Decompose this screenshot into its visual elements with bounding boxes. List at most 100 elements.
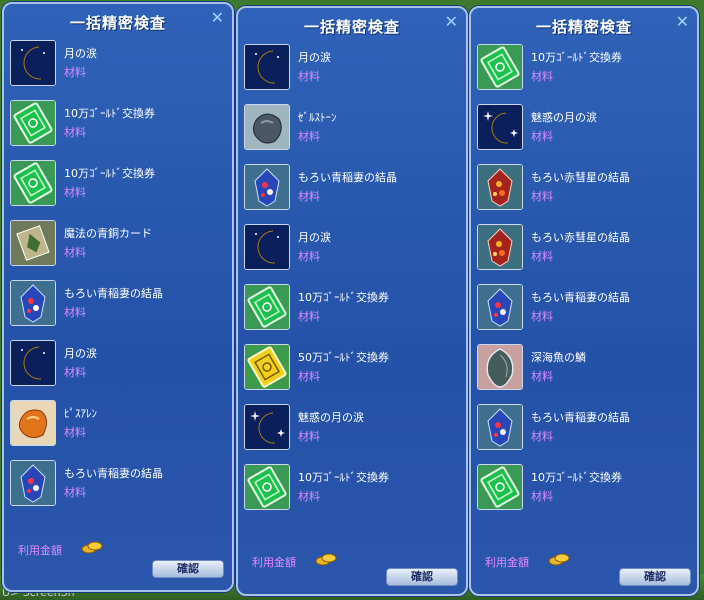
list-item[interactable]: もろい青稲妻の結晶 材料 [477,402,691,462]
item-type: 材料 [531,70,553,83]
usage-fee-label: 利用金額 [18,544,62,557]
list-item[interactable]: 10万ｺﾞｰﾙﾄﾞ交換券 材料 [477,462,691,522]
item-name: ｾﾞﾙｽﾄｰﾝ [298,111,337,124]
item-list: 月の涙 材料 10万ｺﾞｰﾙﾄﾞ交換券 材料 10万ｺﾞｰﾙﾄﾞ交換券 材料 魔… [10,38,226,518]
charm-moon-tear-icon [477,104,523,150]
item-type: 材料 [298,130,320,143]
item-name: 魔法の青銅カード [64,227,152,240]
item-type: 材料 [531,190,553,203]
item-type: 材料 [64,126,86,139]
item-type: 材料 [64,66,86,79]
gold-voucher-green-icon [10,100,56,146]
inspection-panel-1: 一括精密検査 ✕ 月の涙 材料 10万ｺﾞｰﾙﾄﾞ交換券 材料 10万ｺﾞｰﾙﾄﾞ… [2,2,234,592]
close-icon[interactable]: ✕ [211,8,224,27]
list-item[interactable]: ｾﾞﾙｽﾄｰﾝ 材料 [244,102,460,162]
panel-title: 一括精密検査 [303,18,400,36]
gold-voucher-green-icon [10,160,56,206]
item-name: 10万ｺﾞｰﾙﾄﾞ交換券 [64,107,155,120]
gold-coin-icon [547,551,571,571]
red-crystal-icon [477,224,523,270]
gold-voucher-green-icon [477,464,523,510]
item-type: 材料 [64,486,86,499]
list-item[interactable]: 月の涙 材料 [10,338,226,398]
item-name: 魅惑の月の涙 [531,111,597,124]
item-type: 材料 [298,310,320,323]
list-item[interactable]: もろい青稲妻の結晶 材料 [477,282,691,342]
list-item[interactable]: 魅惑の月の涙 材料 [244,402,460,462]
item-name: 10万ｺﾞｰﾙﾄﾞ交換券 [531,51,622,64]
item-name: ﾋﾟｽｱﾚﾝ [64,407,97,420]
blue-crystal-icon [10,460,56,506]
item-type: 材料 [64,426,86,439]
item-name: もろい青稲妻の結晶 [298,171,397,184]
item-type: 材料 [64,186,86,199]
moon-tear-icon [244,44,290,90]
item-list: 月の涙 材料 ｾﾞﾙｽﾄｰﾝ 材料 もろい青稲妻の結晶 材料 月の涙 材料 10… [244,42,460,522]
moon-tear-icon [10,340,56,386]
list-item[interactable]: 10万ｺﾞｰﾙﾄﾞ交換券 材料 [244,282,460,342]
item-name: 10万ｺﾞｰﾙﾄﾞ交換券 [298,291,389,304]
item-name: 月の涙 [64,47,97,60]
charm-moon-tear-icon [244,404,290,450]
gold-voucher-green-icon [244,284,290,330]
list-item[interactable]: もろい青稲妻の結晶 材料 [10,458,226,518]
bronze-card-icon [10,220,56,266]
item-type: 材料 [298,70,320,83]
panel-title: 一括精密検査 [535,18,632,36]
item-name: 10万ｺﾞｰﾙﾄﾞ交換券 [298,471,389,484]
blue-crystal-icon [10,280,56,326]
list-item[interactable]: 50万ｺﾞｰﾙﾄﾞ交換券 材料 [244,342,460,402]
item-type: 材料 [531,370,553,383]
item-name: 魅惑の月の涙 [298,411,364,424]
list-item[interactable]: ﾋﾟｽｱﾚﾝ 材料 [10,398,226,458]
list-item[interactable]: 深海魚の鱗 材料 [477,342,691,402]
gold-coin-icon [314,551,338,571]
item-type: 材料 [64,246,86,259]
list-item[interactable]: 10万ｺﾞｰﾙﾄﾞ交換券 材料 [244,462,460,522]
list-item[interactable]: 月の涙 材料 [10,38,226,98]
item-type: 材料 [531,490,553,503]
gold-voucher-yellow-icon [244,344,290,390]
list-item[interactable]: 10万ｺﾞｰﾙﾄﾞ交換券 材料 [10,158,226,218]
orange-ore-icon [10,400,56,446]
item-type: 材料 [64,366,86,379]
gold-voucher-green-icon [477,44,523,90]
confirm-button[interactable]: 確認 [386,568,458,586]
inspection-panel-3: 一括精密検査 ✕ 10万ｺﾞｰﾙﾄﾞ交換券 材料 魅惑の月の涙 材料 もろい赤彗星… [469,6,699,596]
gold-voucher-green-icon [244,464,290,510]
gold-coin-icon [80,539,104,559]
list-item[interactable]: 月の涙 材料 [244,222,460,282]
list-item[interactable]: 魅惑の月の涙 材料 [477,102,691,162]
list-item[interactable]: 月の涙 材料 [244,42,460,102]
item-name: もろい青稲妻の結晶 [531,291,630,304]
close-icon[interactable]: ✕ [676,12,689,31]
blue-crystal-icon [477,284,523,330]
usage-fee-label: 利用金額 [252,556,296,569]
item-name: もろい青稲妻の結晶 [64,287,163,300]
item-name: 月の涙 [64,347,97,360]
zel-stone-icon [244,104,290,150]
blue-crystal-icon [477,404,523,450]
list-item[interactable]: もろい赤彗星の結晶 材料 [477,222,691,282]
item-type: 材料 [298,370,320,383]
list-item[interactable]: 魔法の青銅カード 材料 [10,218,226,278]
item-name: もろい赤彗星の結晶 [531,171,630,184]
list-item[interactable]: もろい赤彗星の結晶 材料 [477,162,691,222]
close-icon[interactable]: ✕ [445,12,458,31]
list-item[interactable]: 10万ｺﾞｰﾙﾄﾞ交換券 材料 [10,98,226,158]
list-item[interactable]: 10万ｺﾞｰﾙﾄﾞ交換券 材料 [477,42,691,102]
list-item[interactable]: もろい青稲妻の結晶 材料 [244,162,460,222]
blue-crystal-icon [244,164,290,210]
moon-tear-icon [10,40,56,86]
item-name: 深海魚の鱗 [531,351,586,364]
item-name: 10万ｺﾞｰﾙﾄﾞ交換券 [64,167,155,180]
item-type: 材料 [531,130,553,143]
confirm-button[interactable]: 確認 [152,560,224,578]
item-name: 月の涙 [298,51,331,64]
confirm-button[interactable]: 確認 [619,568,691,586]
panel-title: 一括精密検査 [69,14,166,32]
item-name: もろい赤彗星の結晶 [531,231,630,244]
item-type: 材料 [298,430,320,443]
list-item[interactable]: もろい青稲妻の結晶 材料 [10,278,226,338]
item-name: もろい青稲妻の結晶 [531,411,630,424]
